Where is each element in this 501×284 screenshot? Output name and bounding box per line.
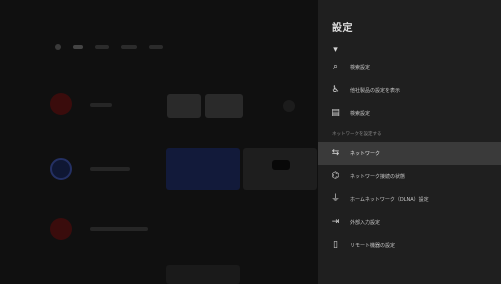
- menu-item-label: 他社製品の設定を表示: [350, 88, 401, 94]
- wifi-settings-icon: ⌬: [331, 171, 340, 181]
- app-icon: [50, 158, 72, 180]
- settings-panel: 設定 ▾ ⌕ 検索設定 ♿ 他社製品の設定を表示 ▤ 検索設定ネットワークを設定する ⇆ ネット…: [318, 0, 501, 284]
- menu-item[interactable]: ▤ 検索設定: [318, 102, 501, 125]
- app-tile: [205, 94, 243, 118]
- app-tile: [166, 148, 240, 190]
- menu-section-header: ネットワークを設定する: [318, 125, 501, 142]
- menu-item-label: リモート機器の設定: [350, 243, 396, 249]
- app-tile: [166, 265, 240, 284]
- home-screen-background: [0, 0, 318, 284]
- top-navigation: [55, 42, 163, 52]
- row-label: [90, 103, 112, 107]
- menu-item[interactable]: ▯ リモート機器の設定: [318, 234, 501, 257]
- menu-item-label: 外部入力設定: [350, 220, 381, 226]
- row-label: [90, 227, 148, 231]
- settings-title: 設定: [332, 23, 353, 34]
- menu-item[interactable]: ⇥ 外部入力設定: [318, 211, 501, 234]
- partial-icon: ▾: [333, 45, 338, 55]
- section-label: ネットワークを設定する: [332, 131, 382, 137]
- nav-item: [149, 45, 163, 49]
- menu-item-label: 検索設定: [350, 111, 371, 117]
- menu-item-label: 検索設定: [350, 65, 371, 71]
- search-icon: ⌕: [332, 62, 339, 72]
- home-network-icon: ⏚: [330, 194, 340, 204]
- menu-item[interactable]: ▾: [318, 44, 501, 56]
- settings-menu: ▾ ⌕ 検索設定 ♿ 他社製品の設定を表示 ▤ 検索設定ネットワークを設定する ⇆ ネットワーク…: [318, 44, 501, 257]
- app-tile: [272, 160, 290, 170]
- menu-item-label: ホームネットワーク（DLNA）設定: [350, 197, 429, 203]
- input-icon: ⇥: [331, 217, 340, 227]
- device-icon: ▯: [333, 240, 338, 250]
- nav-item: [73, 45, 83, 49]
- menu-item[interactable]: ♿ 他社製品の設定を表示: [318, 79, 501, 102]
- menu-item[interactable]: ⌕ 検索設定: [318, 56, 501, 79]
- nav-item: [121, 45, 137, 49]
- app-tile: [283, 100, 295, 112]
- menu-item-label: ネットワーク: [350, 151, 381, 157]
- menu-item-selected[interactable]: ⇆ ネットワーク: [318, 142, 501, 165]
- settings-header: 設定: [318, 0, 501, 44]
- accessibility-icon: ♿: [331, 85, 340, 95]
- nav-dot: [55, 44, 61, 50]
- app-icon: [50, 93, 72, 115]
- nav-item: [95, 45, 109, 49]
- row-label: [90, 167, 130, 171]
- app-tile: [167, 94, 201, 118]
- menu-item-label: ネットワーク接続の状態: [350, 174, 406, 180]
- menu-item[interactable]: ⌬ ネットワーク接続の状態: [318, 165, 501, 188]
- menu-item[interactable]: ⏚ ホームネットワーク（DLNA）設定: [318, 188, 501, 211]
- document-icon: ▤: [331, 108, 340, 118]
- app-icon: [50, 218, 72, 240]
- network-icon: ⇆: [331, 148, 340, 158]
